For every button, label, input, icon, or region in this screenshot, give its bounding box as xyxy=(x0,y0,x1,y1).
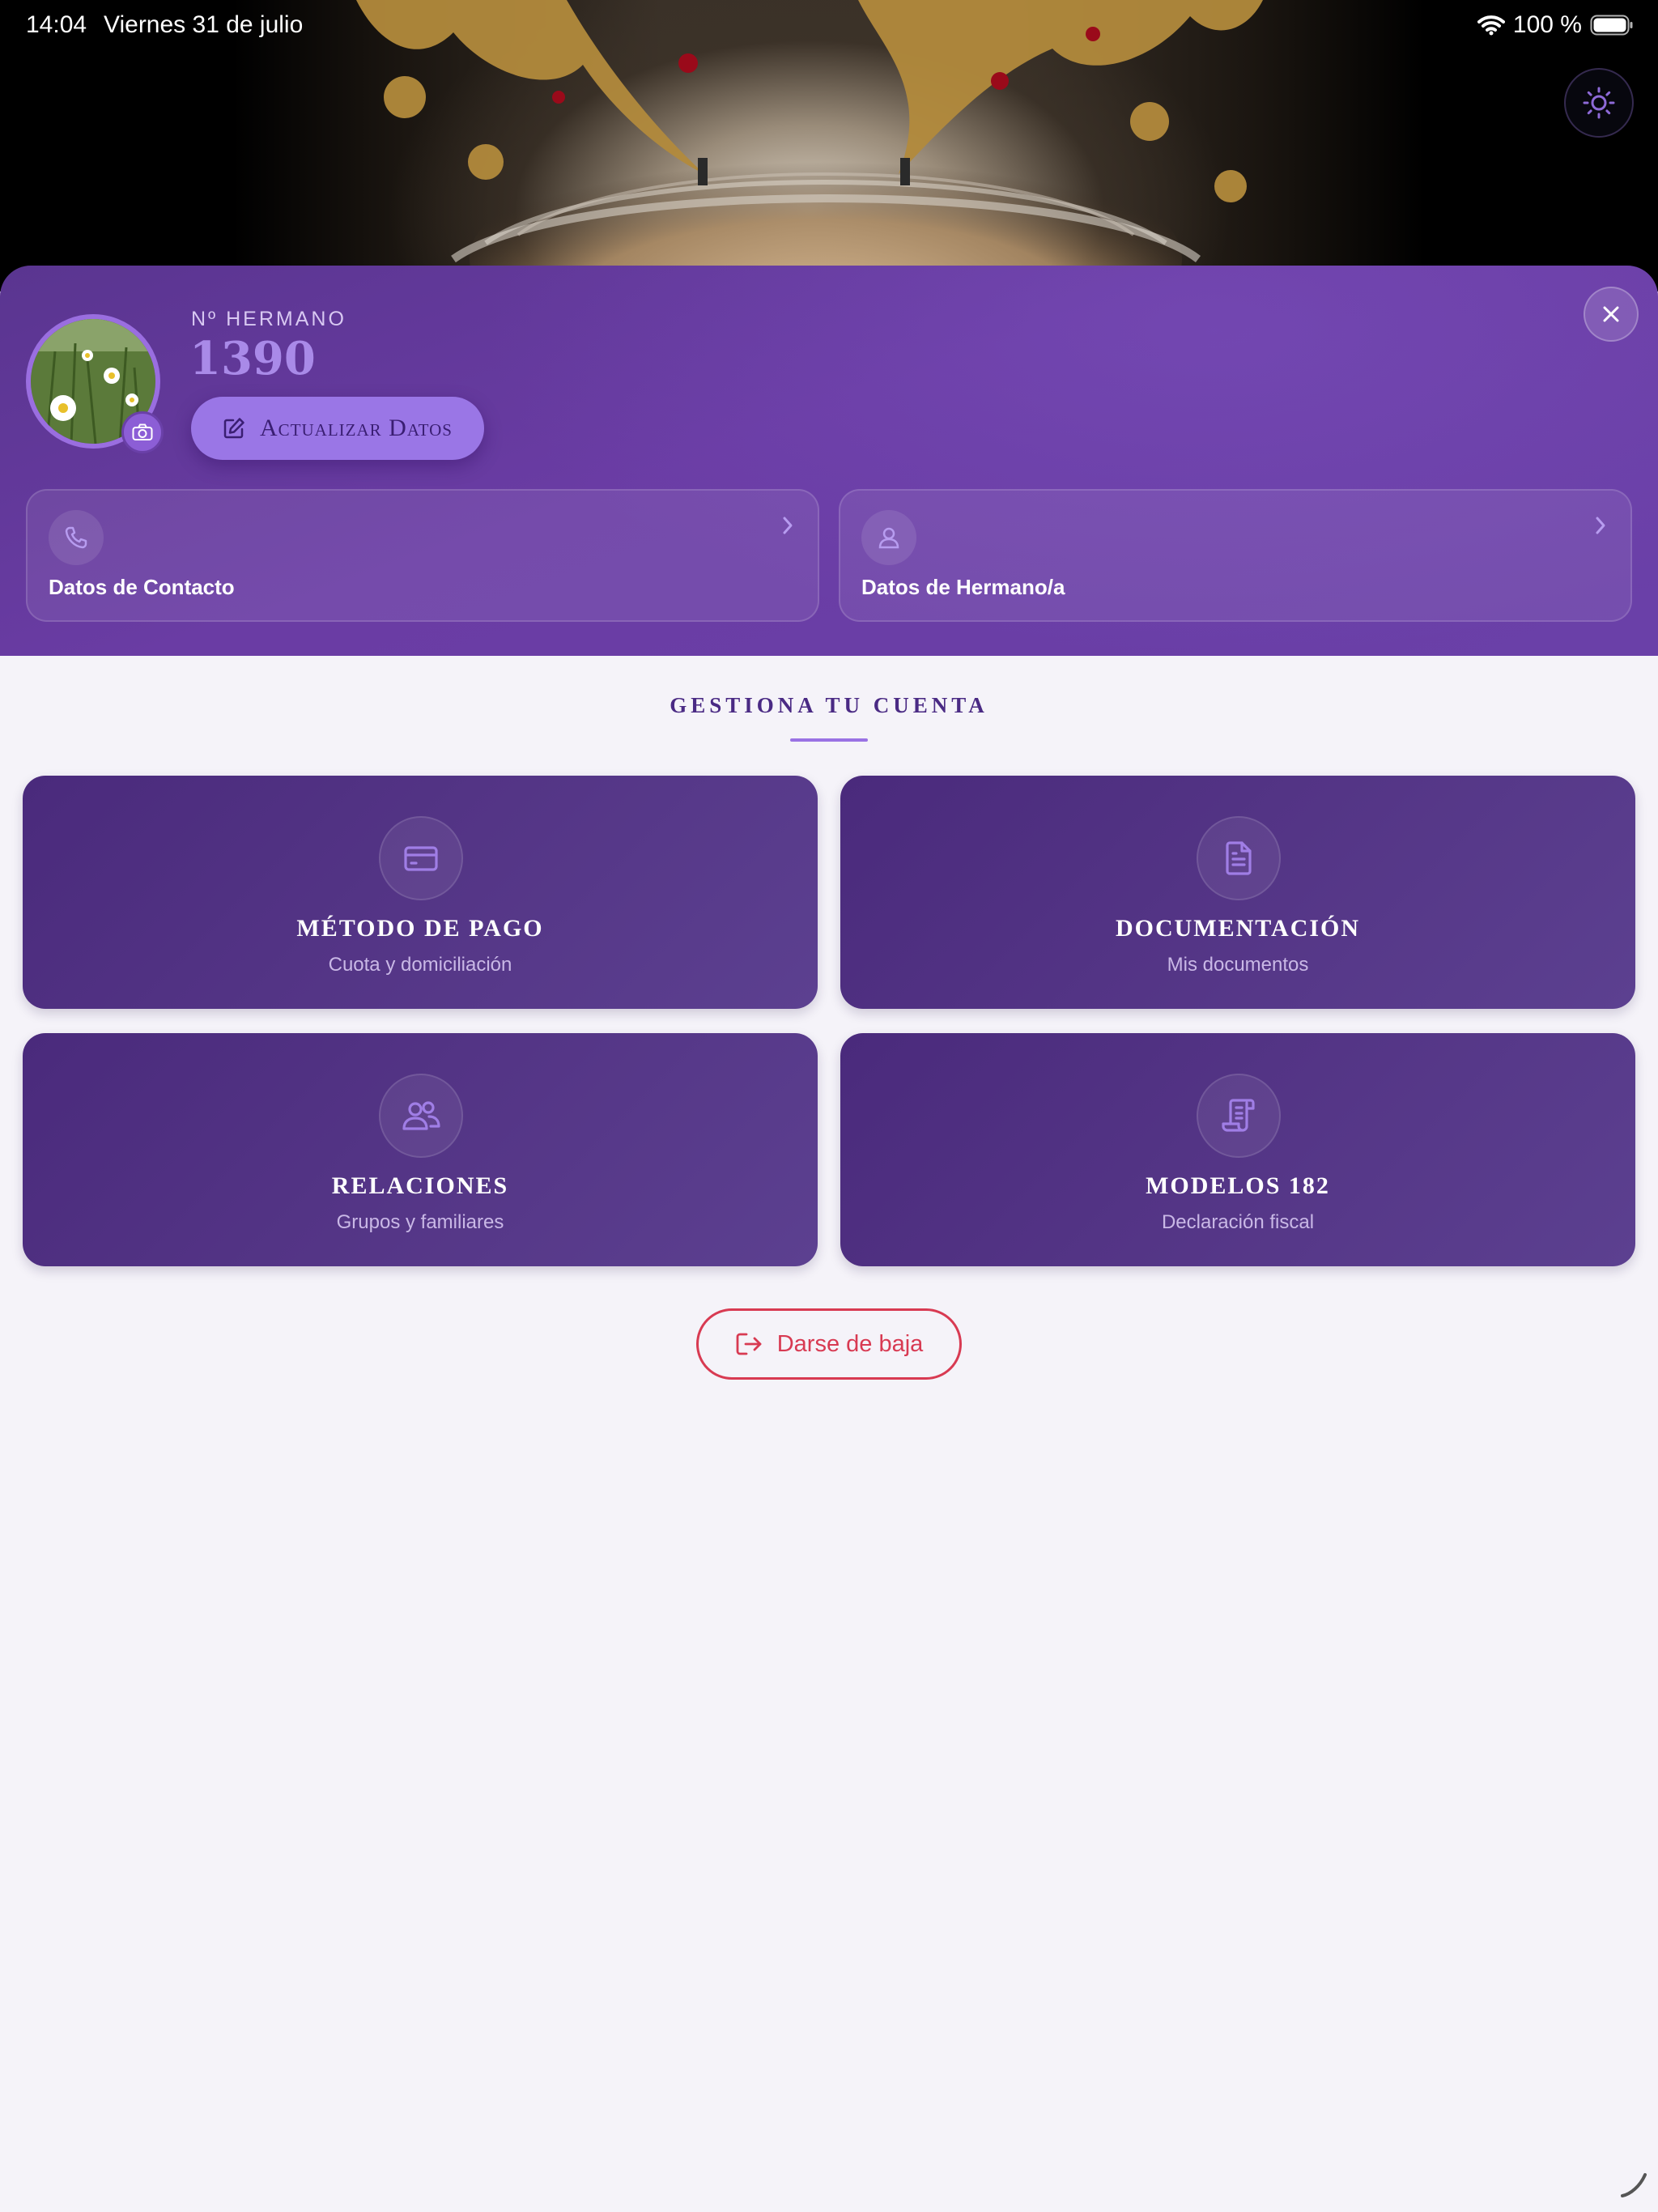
member-number: 1390 xyxy=(189,332,316,385)
status-date: Viernes 31 de julio xyxy=(104,11,304,38)
edit-icon xyxy=(223,418,244,439)
close-icon xyxy=(1603,306,1619,322)
update-data-button[interactable]: Actualizar Datos xyxy=(191,397,484,460)
document-icon xyxy=(1226,841,1252,875)
theme-toggle-button[interactable] xyxy=(1564,68,1634,138)
status-time: 14:04 xyxy=(26,11,87,38)
tile-subtitle: Declaración fiscal xyxy=(1161,1211,1315,1233)
contact-data-label: Datos de Contacto xyxy=(49,575,235,599)
tile-subtitle: Cuota y domiciliación xyxy=(328,954,512,976)
payment-method-tile[interactable]: MÉTODO DE PAGO Cuota y domiciliación xyxy=(23,776,818,1009)
battery-icon xyxy=(1590,15,1633,36)
status-bar: 14:04 Viernes 31 de julio 100 % xyxy=(0,0,1658,52)
tile-subtitle: Grupos y familiares xyxy=(336,1211,504,1233)
credit-card-icon xyxy=(404,846,438,871)
contact-data-card[interactable]: Datos de Contacto xyxy=(26,489,819,622)
profile-sheet: Nº HERMANO 1390 Actualizar Datos Datos d… xyxy=(0,266,1658,656)
camera-icon xyxy=(132,423,153,440)
logout-icon xyxy=(736,1333,762,1355)
credit-card-icon-wrap xyxy=(379,816,463,900)
unsubscribe-label: Darse de baja xyxy=(776,1330,924,1357)
wifi-icon xyxy=(1477,15,1505,36)
user-icon xyxy=(878,527,899,549)
chevron-right-icon xyxy=(1596,517,1605,534)
update-data-label: Actualizar Datos xyxy=(260,415,453,441)
user-icon-wrap xyxy=(861,510,916,565)
battery-percentage: 100 % xyxy=(1512,11,1582,38)
phone-icon-wrap xyxy=(49,510,104,565)
chevron-right-icon xyxy=(783,517,793,534)
close-button[interactable] xyxy=(1584,287,1639,342)
relations-tile[interactable]: RELACIONES Grupos y familiares xyxy=(23,1033,818,1266)
tile-title: RELACIONES xyxy=(331,1172,509,1199)
users-icon xyxy=(402,1101,440,1130)
status-indicators: 100 % xyxy=(1477,11,1634,39)
tile-title: DOCUMENTACIÓN xyxy=(1115,915,1361,942)
resize-handle-icon xyxy=(1621,2173,1647,2197)
sun-icon xyxy=(1583,87,1615,119)
member-number-label: Nº HERMANO xyxy=(191,308,346,330)
member-data-label: Datos de Hermano/a xyxy=(861,575,1065,599)
models-182-tile[interactable]: MODELOS 182 Declaración fiscal xyxy=(840,1033,1635,1266)
phone-icon xyxy=(65,526,87,549)
scroll-icon xyxy=(1222,1099,1255,1132)
section-underline xyxy=(790,738,868,742)
unsubscribe-button[interactable]: Darse de baja xyxy=(696,1308,962,1380)
tile-subtitle: Mis documentos xyxy=(1167,954,1309,976)
tile-title: MODELOS 182 xyxy=(1146,1172,1330,1199)
member-data-card[interactable]: Datos de Hermano/a xyxy=(839,489,1632,622)
users-icon-wrap xyxy=(379,1074,463,1158)
documentation-tile[interactable]: DOCUMENTACIÓN Mis documentos xyxy=(840,776,1635,1009)
document-icon-wrap xyxy=(1197,816,1281,900)
section-title: GESTIONA TU CUENTA xyxy=(670,693,988,717)
change-photo-button[interactable] xyxy=(121,411,164,453)
tile-title: MÉTODO DE PAGO xyxy=(296,915,544,942)
scroll-icon-wrap xyxy=(1197,1074,1281,1158)
